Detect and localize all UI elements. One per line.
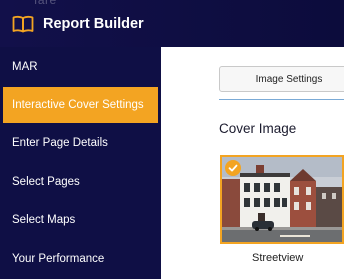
sidebar-item-select-maps[interactable]: Select Maps <box>0 202 161 238</box>
cover-option-caption: Streetview <box>252 252 304 264</box>
streetview-cover-option[interactable] <box>220 155 344 244</box>
app-header: fare Report Builder <box>0 0 344 47</box>
sidebar: MAR Interactive Cover Settings Enter Pag… <box>0 47 161 279</box>
header-ghost-text: fare <box>34 0 57 7</box>
tab-underline <box>219 99 344 100</box>
image-settings-tab[interactable]: Image Settings <box>219 66 344 92</box>
sidebar-item-your-performance[interactable]: Your Performance <box>0 241 161 277</box>
sidebar-item-mar[interactable]: MAR <box>0 49 161 85</box>
section-title: Cover Image <box>219 121 297 136</box>
app-title: Report Builder <box>43 15 144 32</box>
sidebar-item-enter-page-details[interactable]: Enter Page Details <box>0 125 161 161</box>
sidebar-item-interactive-cover-settings[interactable]: Interactive Cover Settings <box>3 87 158 123</box>
check-icon <box>225 160 241 176</box>
main-content: Image Settings Cover Image Streetview <box>161 47 344 279</box>
sidebar-item-select-pages[interactable]: Select Pages <box>0 164 161 200</box>
open-book-icon <box>12 15 34 32</box>
